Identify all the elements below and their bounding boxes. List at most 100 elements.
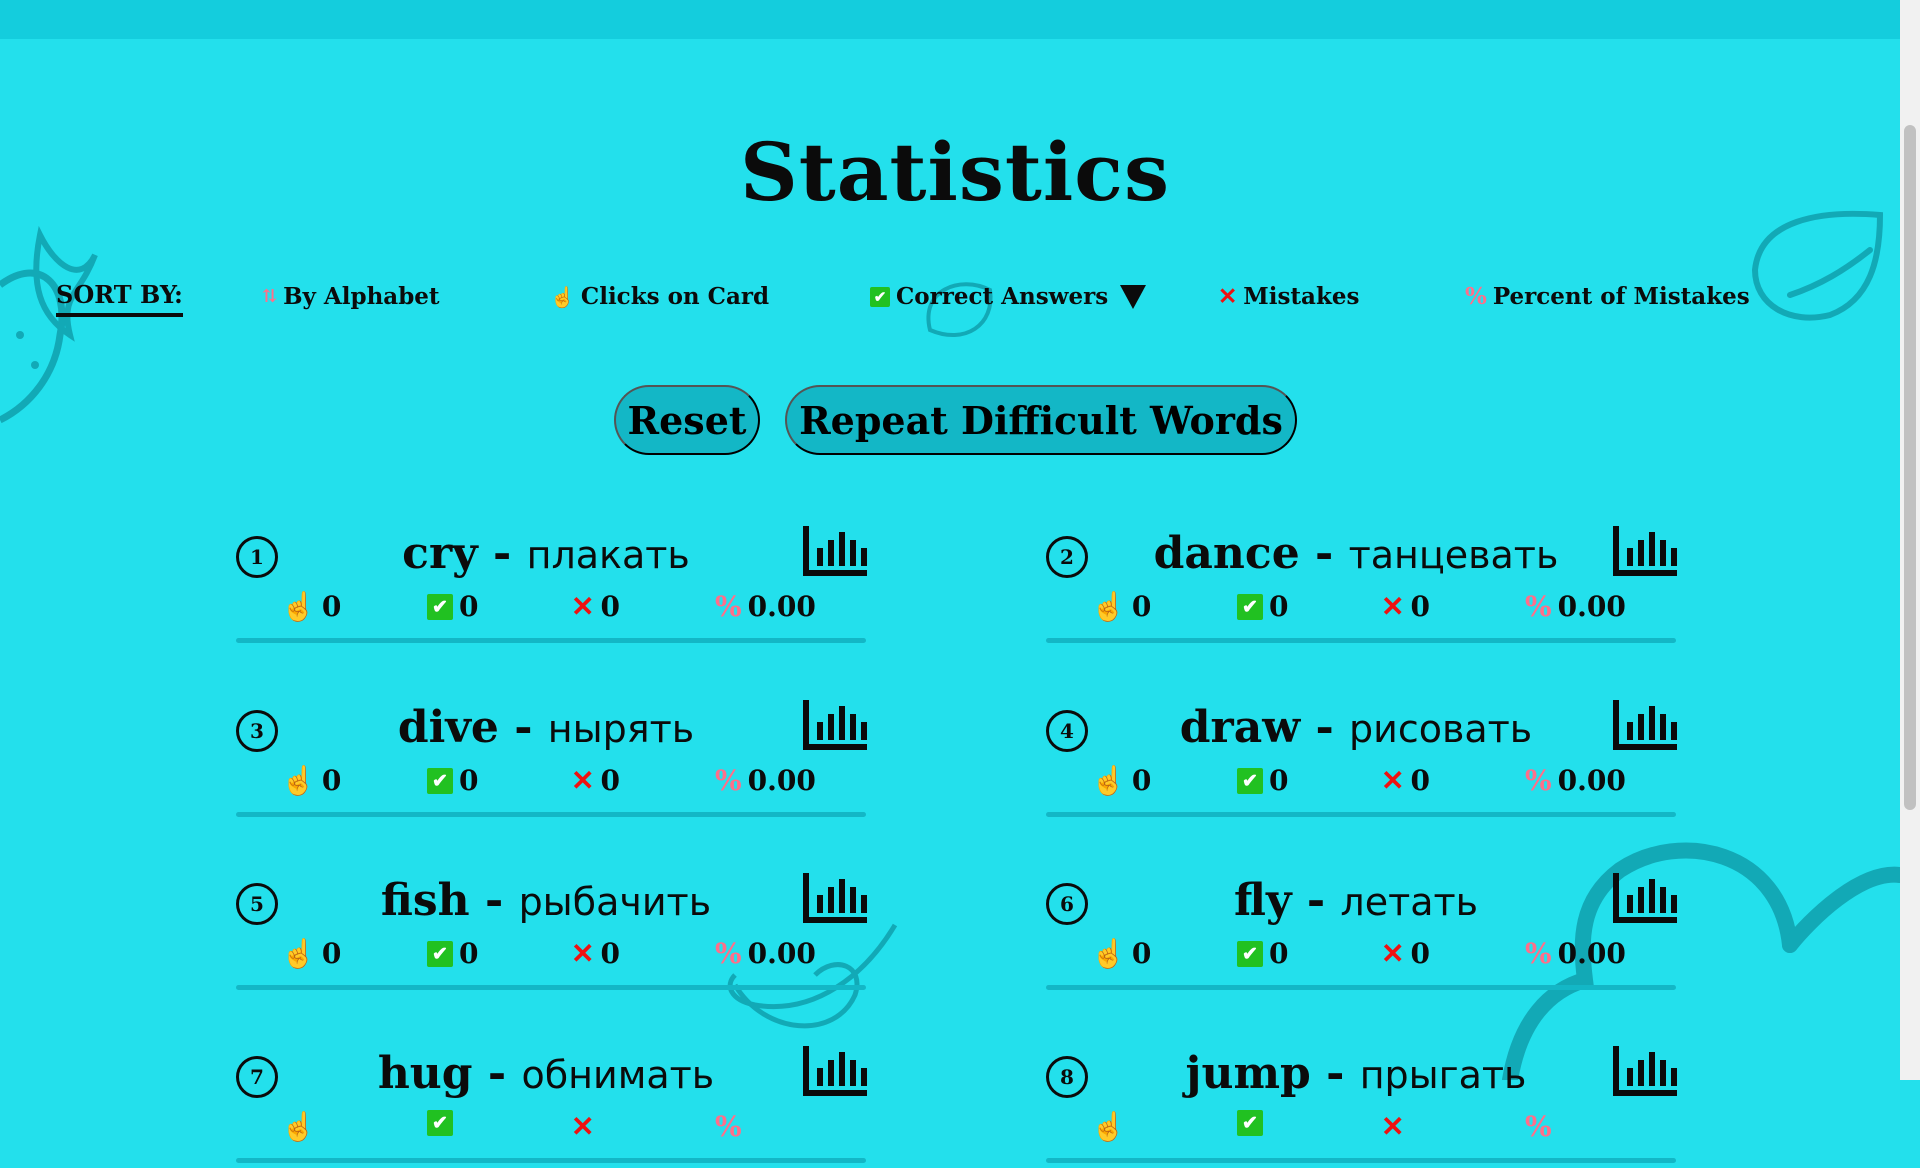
word-english: dive: [397, 702, 499, 753]
bar-chart-icon[interactable]: [1613, 526, 1677, 576]
word-english: draw: [1179, 702, 1301, 753]
percent-stat: %: [1525, 1110, 1558, 1143]
hand-pointer-icon: ☝: [550, 284, 575, 309]
word-pair: dance - танцевать: [1106, 528, 1606, 579]
bar-chart-icon[interactable]: [1613, 700, 1677, 750]
hand-pointer-icon: ☝: [1091, 764, 1126, 797]
clicks-stat: ☝: [1091, 1110, 1132, 1143]
word-separator: -: [1310, 1048, 1360, 1099]
percent-icon: %: [1525, 764, 1552, 797]
word-pair: fish - рыбачить: [296, 875, 796, 926]
word-english: dance: [1153, 528, 1300, 579]
scrollbar[interactable]: [1900, 0, 1920, 1080]
repeat-difficult-words-button[interactable]: Repeat Difficult Words: [785, 385, 1297, 455]
mistakes-stat: ✕ 0: [1381, 590, 1430, 623]
clicks-stat: ☝ 0: [1091, 937, 1151, 970]
bar-chart-icon[interactable]: [1613, 873, 1677, 923]
check-icon: ✔: [870, 286, 890, 307]
sort-option-label: By Alphabet: [283, 283, 440, 310]
word-pair: cry - плакать: [296, 528, 796, 579]
card-divider: [1046, 638, 1676, 643]
word-card: 8 jump - прыгать ☝ ✔ ✕%: [1046, 1046, 1677, 1168]
card-divider: [236, 1158, 866, 1163]
word-stats: ☝ ✔ ✕%: [1091, 1110, 1651, 1144]
sort-by-mistakes[interactable]: ✕ Mistakes: [1218, 283, 1359, 310]
correct-value: 0: [1269, 937, 1289, 970]
sort-option-label: Correct Answers: [896, 283, 1109, 310]
word-stats: ☝ 0 ✔ 0 ✕ 0% 0.00: [1091, 590, 1651, 624]
word-stats: ☝ ✔ ✕%: [281, 1110, 841, 1144]
percent-stat: % 0.00: [715, 764, 816, 797]
clicks-value: 0: [1131, 764, 1152, 797]
check-icon: ✔: [427, 1110, 453, 1136]
mistakes-stat: ✕ 0: [1381, 937, 1430, 970]
word-translation: танцевать: [1348, 533, 1559, 577]
word-separator: -: [477, 528, 527, 579]
correct-stat: ✔ 0: [427, 590, 478, 623]
percent-stat: % 0.00: [1525, 590, 1626, 623]
correct-value: 0: [1269, 764, 1289, 797]
x-icon: ✕: [1218, 283, 1238, 310]
percent-icon: %: [1525, 590, 1552, 623]
word-pair: draw - рисовать: [1106, 702, 1606, 753]
word-translation: плакать: [526, 533, 690, 577]
bar-chart-icon[interactable]: [803, 700, 867, 750]
bar-chart-icon[interactable]: [803, 526, 867, 576]
clicks-stat: ☝ 0: [281, 764, 341, 797]
sort-by-label: SORT BY:: [56, 280, 183, 317]
check-icon: ✔: [427, 940, 453, 967]
percent-stat: % 0.00: [715, 937, 816, 970]
mistakes-stat: ✕ 0: [571, 937, 620, 970]
word-separator: -: [1291, 875, 1341, 926]
percent-value: 0.00: [747, 764, 816, 797]
sort-option-label: Percent of Mistakes: [1492, 283, 1750, 310]
word-pair: dive - нырять: [296, 702, 796, 753]
x-icon: ✕: [1381, 590, 1405, 623]
bar-chart-icon[interactable]: [803, 873, 867, 923]
card-divider: [236, 985, 866, 990]
sort-by-percent[interactable]: % Percent of Mistakes: [1465, 283, 1750, 310]
word-translation: летать: [1340, 880, 1479, 924]
percent-stat: % 0.00: [1525, 937, 1626, 970]
percent-icon: %: [715, 764, 742, 797]
bar-chart-icon[interactable]: [1613, 1046, 1677, 1096]
clicks-stat: ☝ 0: [281, 590, 341, 623]
reset-button[interactable]: Reset: [614, 385, 760, 455]
clicks-value: 0: [321, 937, 342, 970]
percent-icon: %: [715, 1110, 742, 1143]
word-separator: -: [1300, 702, 1350, 753]
x-icon: ✕: [571, 1110, 595, 1143]
card-divider: [1046, 985, 1676, 990]
word-stats: ☝ 0 ✔ 0 ✕ 0% 0.00: [1091, 937, 1651, 971]
x-icon: ✕: [1381, 937, 1405, 970]
word-translation: нырять: [547, 707, 695, 751]
word-number: 2: [1046, 536, 1088, 578]
word-stats: ☝ 0 ✔ 0 ✕ 0% 0.00: [281, 764, 841, 798]
word-card: 4 draw - рисовать ☝ 0 ✔ 0 ✕ 0% 0.00: [1046, 700, 1677, 822]
x-icon: ✕: [1381, 764, 1405, 797]
percent-icon: %: [1525, 937, 1552, 970]
hand-pointer-icon: ☝: [1091, 590, 1126, 623]
sort-by-correct[interactable]: ✔ Correct Answers: [870, 283, 1147, 310]
sort-by-clicks[interactable]: ☝ Clicks on Card: [550, 283, 769, 310]
correct-stat: ✔ 0: [427, 764, 478, 797]
percent-stat: %: [715, 1110, 748, 1143]
percent-value: 0.00: [1557, 937, 1626, 970]
hand-pointer-icon: ☝: [1091, 937, 1126, 970]
scrollbar-thumb[interactable]: [1904, 125, 1916, 810]
word-english: fish: [380, 875, 470, 926]
word-english: cry: [402, 528, 478, 579]
word-translation: рыбачить: [518, 880, 712, 924]
word-card: 3 dive - нырять ☝ 0 ✔ 0 ✕ 0% 0.00: [236, 700, 867, 822]
percent-icon: %: [715, 590, 742, 623]
percent-value: 0.00: [1557, 764, 1626, 797]
sort-alpha-icon: ⇅: [262, 286, 278, 307]
sort-by-alphabet[interactable]: ⇅ By Alphabet: [262, 283, 440, 310]
correct-stat: ✔ 0: [427, 937, 478, 970]
bar-chart-icon[interactable]: [803, 1046, 867, 1096]
mistakes-value: 0: [1410, 764, 1430, 797]
clicks-stat: ☝: [281, 1110, 322, 1143]
sort-desc-triangle-icon: [1120, 284, 1147, 309]
word-number: 3: [236, 710, 278, 752]
clicks-stat: ☝ 0: [281, 937, 341, 970]
